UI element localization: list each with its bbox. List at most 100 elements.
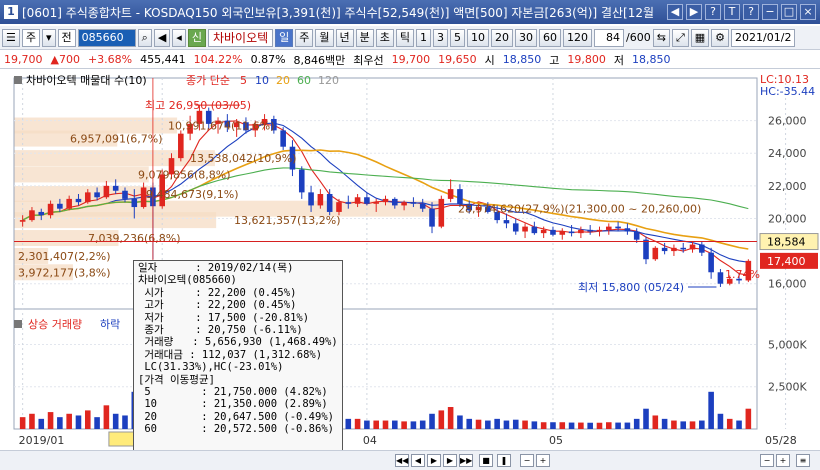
total-count: /600 — [626, 31, 651, 44]
zoom-in-icon[interactable]: + — [536, 454, 550, 467]
volume-bar — [699, 420, 705, 429]
plus-icon[interactable]: + — [776, 454, 790, 467]
tooltip-line: 종가 : 20,750 (-6.11%) — [138, 324, 303, 337]
stop-icon[interactable]: ■ — [479, 454, 493, 467]
amount: 8,846백만 — [293, 53, 346, 67]
gear-icon[interactable]: ⚙ — [711, 28, 730, 47]
maximize-button[interactable]: □ — [781, 4, 797, 20]
low-label: 저 — [613, 53, 625, 67]
volume-profile-label: 3,972,177(3,8%) — [18, 266, 111, 279]
tooltip-line: 차바이오텍(085660) — [138, 274, 237, 287]
tab-month[interactable]: 월 — [315, 28, 334, 47]
zoom-out-icon[interactable]: − — [520, 454, 534, 467]
minus-icon[interactable]: − — [760, 454, 774, 467]
candle-body — [661, 247, 668, 252]
nav-next-button[interactable]: ▶ — [686, 4, 702, 20]
interval-120[interactable]: 120 — [563, 28, 593, 47]
candle-body — [94, 192, 100, 198]
minimize-button[interactable]: − — [762, 4, 778, 20]
candle-body — [587, 229, 593, 232]
volume-bar — [429, 413, 435, 429]
volume-profile-label: 28,974,620(27,9%)(21,300,00 ~ 20,260,00) — [458, 203, 701, 216]
chevron-down-icon[interactable]: ▾ — [42, 28, 56, 47]
interval-20[interactable]: 20 — [491, 28, 514, 47]
volume-bar — [726, 418, 733, 429]
help-button[interactable]: ? — [705, 4, 721, 20]
pin-button[interactable]: T — [724, 4, 740, 20]
info-button[interactable]: ? — [743, 4, 759, 20]
tab-tick[interactable]: 틱 — [395, 28, 415, 47]
low-note: 최저 15,800 (05/24) — [578, 281, 684, 294]
date-input[interactable]: 2021/01/2 — [731, 28, 796, 47]
price-axis-label: 26,000 — [768, 115, 807, 128]
pause-icon[interactable]: ❚ — [497, 454, 511, 467]
count-input[interactable]: 84 — [594, 28, 625, 47]
last-icon[interactable]: ▶▶ — [459, 454, 473, 467]
tooltip-line: 고가 : 22,200 (0.45%) — [138, 299, 297, 312]
chart-area[interactable]: 26,000 24,000 22,000 20,000 16,000 5,000K 2,50… — [0, 70, 820, 450]
volume-bar — [587, 422, 593, 429]
tool-icon[interactable]: ⇆ — [652, 28, 670, 47]
volume-bar — [112, 413, 119, 429]
candle-body — [373, 202, 379, 204]
list-icon[interactable]: ☰ — [2, 28, 20, 47]
next-icon[interactable]: ▶ — [443, 454, 457, 467]
settings-icon[interactable]: ≡ — [796, 454, 810, 467]
expand-icon[interactable]: ⤢ — [671, 28, 689, 47]
candle-body — [280, 130, 286, 147]
play-icon[interactable]: ▶ — [427, 454, 441, 467]
window-number: 1 — [4, 5, 18, 19]
interval-5[interactable]: 5 — [450, 28, 466, 47]
market-select[interactable]: 주 — [21, 28, 40, 47]
volume-bar — [652, 415, 659, 429]
interval-10[interactable]: 10 — [467, 28, 490, 47]
candle-body — [298, 169, 305, 193]
prev-icon[interactable]: ◀ — [411, 454, 425, 467]
volume-bar — [689, 421, 696, 429]
arrow-left-icon[interactable]: ◂ — [172, 28, 186, 47]
volume-bar — [606, 422, 612, 429]
close-button[interactable]: × — [800, 4, 816, 20]
scroll-statusbar: ◀◀ ◀ ▶ ▶ ▶▶ ■ ❚ − + − + ≡ — [0, 450, 820, 470]
volume-bar — [512, 419, 519, 429]
candle-body — [75, 198, 82, 203]
interval-30[interactable]: 30 — [515, 28, 538, 47]
candle-body — [717, 272, 724, 284]
tab-week[interactable]: 주 — [295, 28, 314, 47]
tooltip-line: 저가 : 17,500 (-20.81%) — [138, 311, 310, 324]
volume-bar — [392, 420, 398, 429]
interval-60[interactable]: 60 — [539, 28, 562, 47]
tab-year[interactable]: 년 — [335, 28, 354, 47]
volume-bar — [475, 419, 482, 429]
volume-profile-bar — [14, 150, 215, 167]
interval-3[interactable]: 3 — [433, 28, 449, 47]
candle-body — [326, 194, 333, 212]
interval-1[interactable]: 1 — [416, 28, 432, 47]
candle-body — [503, 220, 510, 224]
period-type-select[interactable]: 전 — [57, 28, 76, 47]
candle-body — [103, 185, 110, 198]
price-change-pct: +3.68% — [87, 53, 133, 66]
stock-code-input[interactable]: 085660 — [77, 28, 136, 47]
tab-day[interactable]: 일 — [275, 28, 294, 47]
candle-body — [596, 229, 603, 232]
legend-marker — [14, 76, 22, 84]
volume-bar — [466, 418, 473, 429]
tab-minute[interactable]: 분 — [355, 28, 374, 47]
search-icon[interactable]: ⌕ — [137, 28, 152, 47]
volume-bar — [531, 421, 538, 429]
candlestick-chart[interactable]: 26,000 24,000 22,000 20,000 16,000 5,000K 2,50… — [0, 70, 820, 450]
candle-body — [699, 244, 705, 253]
tab-second[interactable]: 초 — [375, 28, 394, 47]
first-icon[interactable]: ◀◀ — [395, 454, 409, 467]
tooltip-line: 거래량 : 5,656,930 (1,468.49%) — [138, 336, 338, 349]
price-axis-label: 16,000 — [768, 278, 807, 291]
grid-icon[interactable]: ▦ — [690, 28, 710, 47]
candle-body — [38, 211, 45, 216]
candle-body — [382, 198, 389, 203]
volume-bar — [661, 418, 668, 429]
volume-bar — [633, 418, 640, 429]
volume-profile-label: 13,538,042(10,9%) — [190, 152, 297, 165]
speaker-icon[interactable]: ◀ — [153, 28, 171, 47]
nav-prev-button[interactable]: ◀ — [667, 4, 683, 20]
